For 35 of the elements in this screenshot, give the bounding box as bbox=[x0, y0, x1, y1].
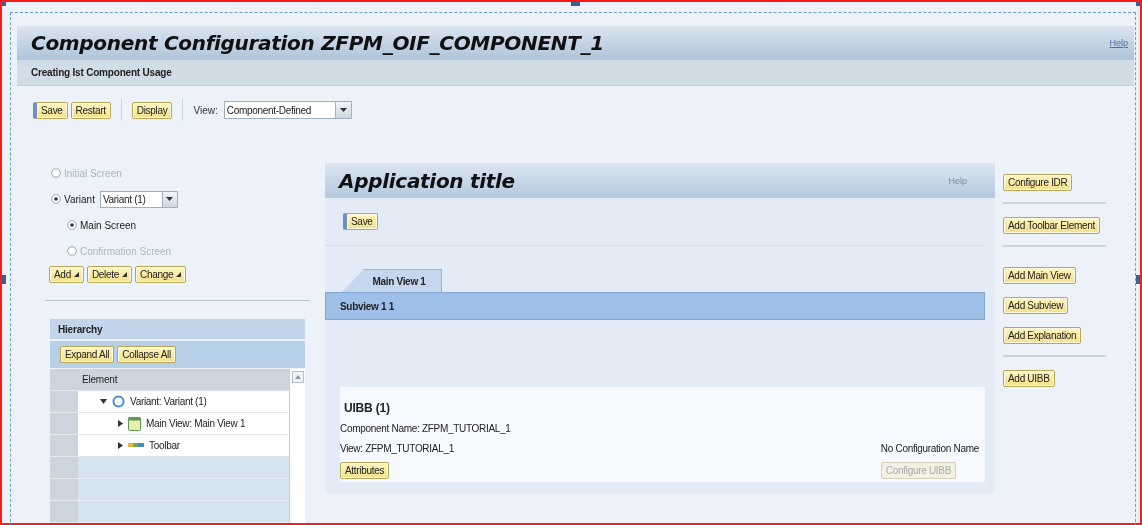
component-name: Component Name: ZFPM_TUTORIAL_1 bbox=[340, 423, 512, 437]
configuration-name: No Configuration Name bbox=[880, 442, 979, 456]
menu-button[interactable]: Delete bbox=[86, 266, 132, 283]
radio-label[interactable]: Main Screen bbox=[80, 219, 137, 231]
save-button[interactable]: Save bbox=[33, 101, 68, 119]
view-dropdown[interactable]: Component-Defined bbox=[223, 101, 352, 119]
action-button[interactable]: Add UIBB bbox=[1003, 370, 1055, 387]
panel-title: Hierarchy bbox=[50, 319, 305, 339]
action-button[interactable]: Add Toolbar Element bbox=[1003, 217, 1100, 234]
action-button[interactable]: Add Explanation bbox=[1003, 327, 1082, 344]
action-button[interactable]: Add Main View bbox=[1003, 267, 1076, 284]
tree-item[interactable]: Toolbar bbox=[149, 440, 180, 451]
tree-item[interactable]: Variant: Variant (1) bbox=[130, 396, 207, 407]
view-name: View: ZFPM_TUTORIAL_1 bbox=[340, 442, 455, 456]
subview-tab[interactable]: Subview 1 1 bbox=[340, 300, 394, 312]
subtitle: Creating Ist Component Usage bbox=[31, 67, 172, 78]
action-button[interactable]: Add Subview bbox=[1003, 297, 1069, 314]
card-title: UIBB (1) bbox=[343, 401, 391, 417]
menu-button[interactable]: Change bbox=[135, 266, 187, 283]
help-link[interactable]: Help bbox=[1109, 38, 1128, 48]
tab[interactable]: Main View 1 bbox=[342, 269, 442, 292]
attributes-button[interactable]: Attributes bbox=[340, 461, 390, 479]
application-title: Application title bbox=[339, 168, 515, 193]
variant-dropdown[interactable]: Variant (1) bbox=[99, 190, 178, 208]
toolbar-button[interactable]: Expand All bbox=[60, 346, 115, 363]
page-title: Component Configuration ZFPM_OIF_COMPONENT_1 bbox=[31, 31, 604, 55]
column-header: Element bbox=[78, 369, 289, 390]
action-button[interactable]: Configure IDR bbox=[1003, 174, 1073, 191]
menu-button[interactable]: Add bbox=[49, 266, 84, 283]
radio-label[interactable]: Variant bbox=[64, 193, 95, 205]
save-button[interactable]: Save bbox=[343, 213, 378, 230]
toolbar-button[interactable]: Collapse All bbox=[117, 346, 176, 363]
view-label: View: bbox=[193, 104, 218, 116]
toolbar-button[interactable]: Restart bbox=[70, 101, 111, 119]
toolbar-button[interactable]: Display bbox=[131, 101, 173, 119]
